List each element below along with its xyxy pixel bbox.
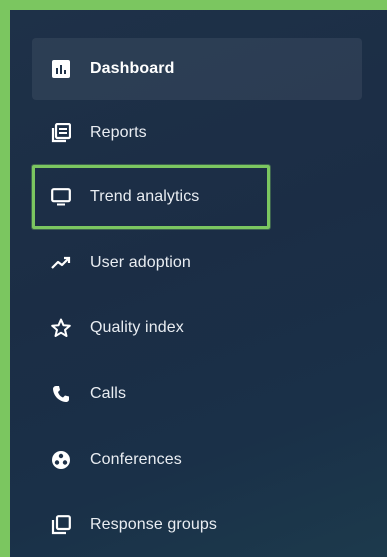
sidebar-item-label: User adoption [90, 254, 191, 271]
sidebar-item-quality-index[interactable]: Quality index [32, 297, 362, 359]
sidebar-item-label: Quality index [90, 319, 184, 336]
sidebar-nav: Dashboard Reports Trend analytics User a… [10, 10, 387, 557]
conference-icon [50, 449, 72, 471]
sidebar-item-user-adoption[interactable]: User adoption [32, 232, 362, 294]
monitor-icon [50, 186, 72, 208]
sidebar-item-dashboard[interactable]: Dashboard [32, 38, 362, 100]
phone-icon [50, 383, 72, 405]
sidebar-item-label: Trend analytics [90, 188, 200, 205]
sidebar-item-label: Calls [90, 385, 127, 402]
sidebar-item-conferences[interactable]: Conferences [32, 429, 362, 491]
sidebar-item-label: Reports [90, 124, 147, 141]
reports-icon [50, 122, 72, 144]
bar-chart-icon [50, 58, 72, 80]
sidebar-item-label: Response groups [90, 516, 217, 533]
sidebar-item-calls[interactable]: Calls [32, 363, 362, 425]
sidebar-item-reports[interactable]: Reports [32, 102, 362, 164]
sidebar-item-label: Dashboard [90, 60, 175, 77]
sidebar-item-response-groups[interactable]: Response groups [32, 494, 362, 556]
response-groups-icon [50, 514, 72, 536]
star-icon [50, 317, 72, 339]
sidebar-item-label: Conferences [90, 451, 182, 468]
sidebar-item-trend-analytics[interactable]: Trend analytics [32, 165, 270, 229]
trend-line-icon [50, 252, 72, 274]
